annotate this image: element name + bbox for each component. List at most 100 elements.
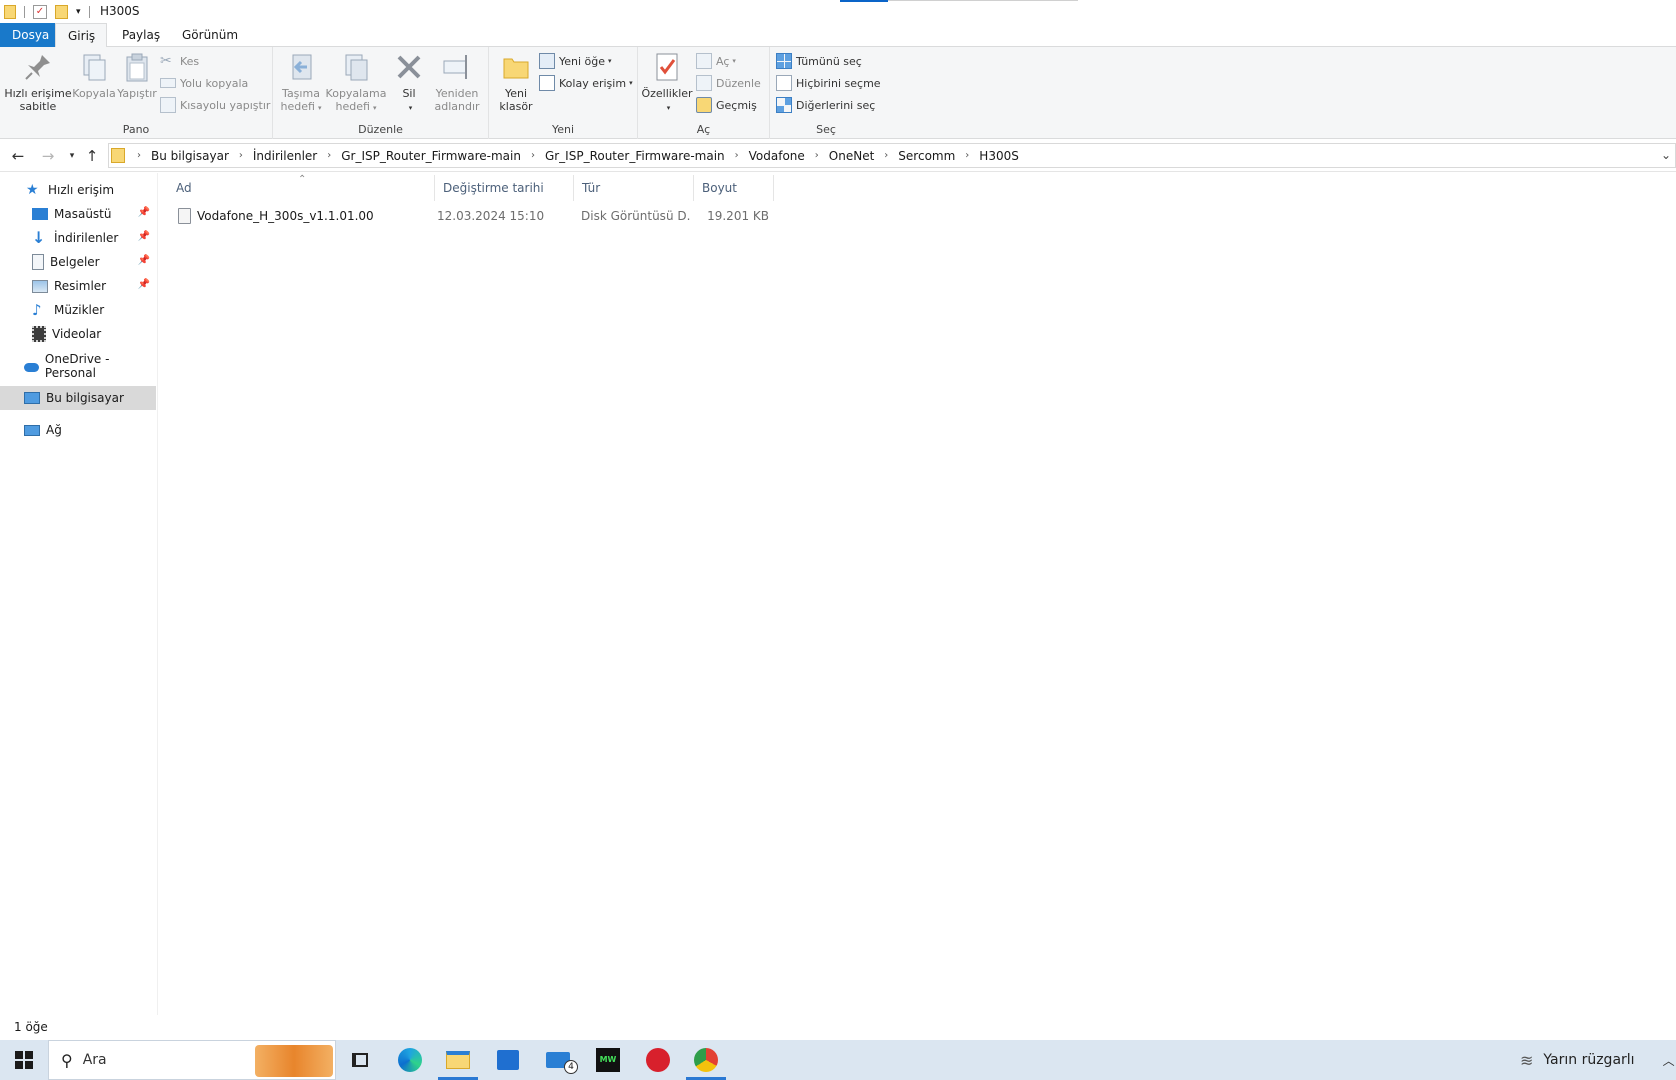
new-folder-quick-icon[interactable]	[55, 4, 68, 19]
chevron-right-icon[interactable]: ›	[233, 150, 249, 161]
search-highlight-icon	[255, 1045, 333, 1077]
tab-paylas[interactable]: Paylaş	[110, 23, 172, 47]
select-all-button[interactable]: Tümünü seç	[776, 51, 862, 71]
edit-icon	[696, 75, 712, 91]
weather-text: Yarın rüzgarlı	[1543, 1052, 1635, 1068]
disk-image-file-icon	[178, 208, 191, 224]
title-accent	[840, 0, 888, 2]
history-button[interactable]: Geçmiş	[696, 95, 757, 115]
pin-icon[interactable]: 📌	[138, 207, 150, 218]
address-dropdown-chevron-icon[interactable]: ⌄	[1661, 148, 1671, 162]
taskbar-search-box[interactable]: ⚲ Ara	[48, 1040, 336, 1080]
up-arrow-icon[interactable]: ↑	[82, 146, 102, 166]
status-bar: 1 öğe	[0, 1016, 1676, 1039]
copy-path-button[interactable]: Yolu kopyala	[160, 73, 248, 93]
move-to-button[interactable]: Taşıma hedefi ▾	[277, 51, 325, 115]
properties-icon	[656, 53, 678, 81]
nav-onedrive[interactable]: OneDrive - Personal	[0, 352, 156, 380]
delete-x-icon	[397, 55, 421, 79]
chevron-up-icon[interactable]: ︿	[1663, 1052, 1675, 1069]
open-button[interactable]: Aç ▾	[696, 51, 736, 71]
column-header-modified[interactable]: Değiştirme tarihi	[434, 175, 574, 201]
forward-arrow-icon[interactable]: →	[38, 146, 58, 166]
breadcrumb-indirilenler[interactable]: İndirilenler	[249, 149, 321, 163]
nav-network[interactable]: Ağ	[0, 418, 156, 442]
file-name: Vodafone_H_300s_v1.1.01.00	[197, 209, 374, 223]
chevron-right-icon[interactable]: ›	[878, 150, 894, 161]
nav-item-belgeler[interactable]: Belgeler 📌	[0, 250, 156, 274]
star-icon: ★	[26, 182, 39, 198]
breadcrumb-firmware-main-1[interactable]: Gr_ISP_Router_Firmware-main	[337, 149, 525, 163]
documents-icon	[32, 254, 44, 270]
tab-gorunum[interactable]: Görünüm	[170, 23, 250, 47]
mail-button[interactable]: 4	[534, 1040, 582, 1080]
new-item-button[interactable]: Yeni öğe ▾	[539, 51, 612, 71]
pin-quick-access-button[interactable]: Hızlı erişime sabitle	[4, 51, 72, 113]
new-item-icon	[539, 53, 555, 69]
delete-button[interactable]: Sil ▾	[389, 51, 429, 115]
store-button[interactable]	[484, 1040, 532, 1080]
chevron-right-icon[interactable]: ›	[131, 150, 147, 161]
tab-dosya[interactable]: Dosya	[0, 23, 55, 47]
properties-quick-icon[interactable]: ✓	[33, 4, 47, 19]
column-header-name[interactable]: ⌃ Ad	[168, 174, 434, 201]
easy-access-button[interactable]: Kolay erişim ▾	[539, 73, 633, 93]
task-view-button[interactable]	[336, 1040, 384, 1080]
edit-button[interactable]: Düzenle	[696, 73, 761, 93]
nav-item-videolar[interactable]: Videolar	[0, 322, 156, 346]
nav-item-resimler[interactable]: Resimler 📌	[0, 274, 156, 298]
pin-icon[interactable]: 📌	[138, 231, 150, 242]
breadcrumb-firmware-main-2[interactable]: Gr_ISP_Router_Firmware-main	[541, 149, 729, 163]
select-none-button[interactable]: Hiçbirini seçme	[776, 73, 881, 93]
chrome-icon	[694, 1048, 718, 1072]
file-explorer-button[interactable]	[434, 1040, 482, 1080]
start-button[interactable]	[0, 1040, 48, 1080]
weather-widget[interactable]: ≋ Yarın rüzgarlı ︿	[1520, 1040, 1675, 1080]
column-header-type[interactable]: Tür	[574, 175, 694, 201]
nav-quick-access[interactable]: ★ Hızlı erişim	[0, 178, 156, 202]
chevron-right-icon[interactable]: ›	[729, 150, 745, 161]
paste-shortcut-button[interactable]: Kısayolu yapıştır	[160, 95, 270, 115]
nav-this-pc[interactable]: Bu bilgisayar	[0, 386, 156, 410]
breadcrumb-h300s[interactable]: H300S	[975, 149, 1023, 163]
separator	[88, 5, 90, 18]
chevron-right-icon[interactable]: ›	[321, 150, 337, 161]
chevron-right-icon[interactable]: ›	[525, 150, 541, 161]
edge-button[interactable]	[386, 1040, 434, 1080]
nav-item-masaustu[interactable]: Masaüstü 📌	[0, 202, 156, 226]
properties-button[interactable]: Özellikler ▾	[640, 51, 694, 115]
chevron-right-icon[interactable]: ›	[959, 150, 975, 161]
rename-icon	[443, 55, 467, 79]
nav-item-indirilenler[interactable]: ↓ İndirilenler 📌	[0, 226, 156, 250]
tab-giris[interactable]: Giriş	[55, 23, 107, 48]
copy-icon	[83, 54, 106, 81]
nav-item-muzikler[interactable]: ♪ Müzikler	[0, 298, 156, 322]
breadcrumb-sercomm[interactable]: Sercomm	[894, 149, 959, 163]
cut-button[interactable]: ✂ Kes	[160, 51, 199, 71]
column-header-size[interactable]: Boyut	[694, 175, 774, 201]
copy-button[interactable]: Kopyala	[72, 51, 116, 100]
chevron-right-icon[interactable]: ›	[809, 150, 825, 161]
move-to-icon	[292, 54, 312, 80]
customize-toolbar-icon[interactable]: ▾	[76, 7, 81, 17]
easy-access-icon	[539, 75, 555, 91]
back-arrow-icon[interactable]: ←	[8, 146, 28, 166]
app-mw-button[interactable]: MW	[584, 1040, 632, 1080]
quick-access-toolbar: ✓ ▾	[4, 3, 90, 20]
app-red-button[interactable]	[634, 1040, 682, 1080]
paste-button[interactable]: Yapıştır	[116, 51, 158, 100]
file-type: Disk Görüntüsü D...	[581, 209, 691, 223]
table-row[interactable]: Vodafone_H_300s_v1.1.01.00 12.03.2024 15…	[175, 205, 787, 227]
rename-button[interactable]: Yeniden adlandır	[429, 51, 485, 113]
breadcrumb-onenet[interactable]: OneNet	[825, 149, 879, 163]
invert-selection-button[interactable]: Diğerlerini seç	[776, 95, 875, 115]
pin-icon[interactable]: 📌	[138, 279, 150, 290]
breadcrumb-vodafone[interactable]: Vodafone	[745, 149, 809, 163]
recent-locations-chevron-icon[interactable]: ▾	[62, 146, 82, 166]
breadcrumb-bu-bilgisayar[interactable]: Bu bilgisayar	[147, 149, 233, 163]
address-bar[interactable]: › Bu bilgisayar › İndirilenler › Gr_ISP_…	[108, 143, 1676, 168]
chrome-button[interactable]	[682, 1040, 730, 1080]
copy-to-button[interactable]: Kopyalama hedefi ▾	[325, 51, 387, 115]
pin-icon[interactable]: 📌	[138, 255, 150, 266]
new-folder-button[interactable]: Yeni klasör	[493, 51, 539, 113]
